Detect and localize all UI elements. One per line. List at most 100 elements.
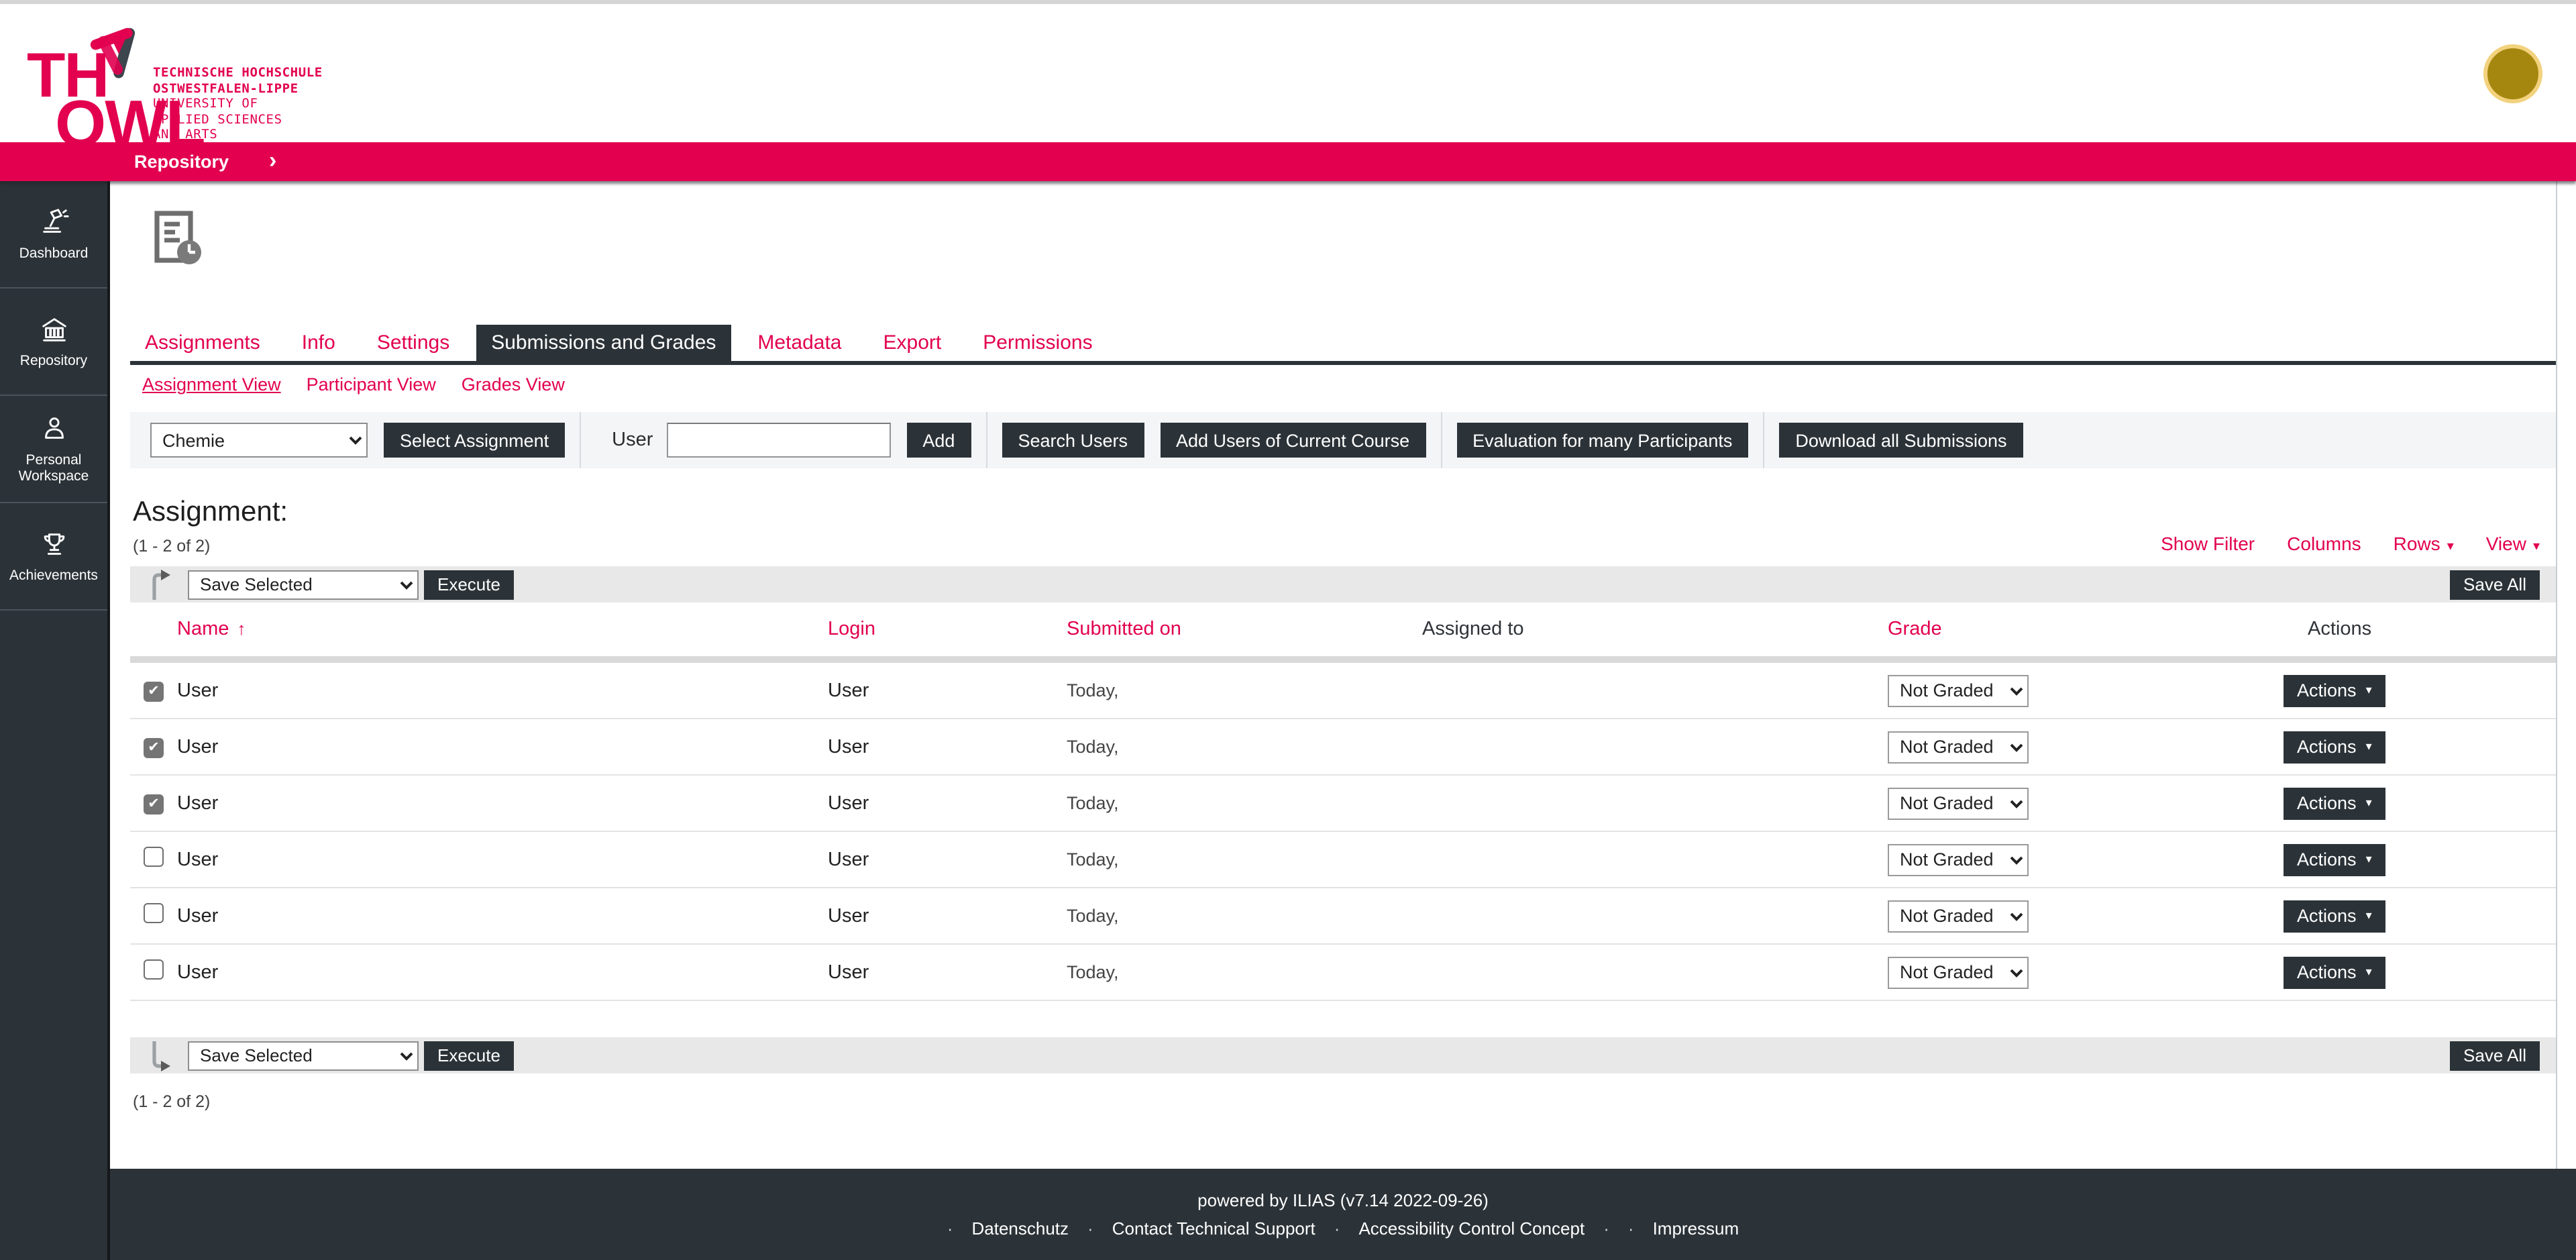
tab-submissions-and-grades[interactable]: Submissions and Grades [476, 325, 731, 361]
footer-link-datenschutz[interactable]: Datenschutz [972, 1218, 1069, 1239]
tab-metadata[interactable]: Metadata [743, 325, 856, 361]
sidebar-item-repository[interactable]: Repository [0, 288, 107, 396]
toolbar-separator [1763, 412, 1764, 468]
cell-login: User [828, 849, 1067, 870]
sidebar-item-personal-workspace[interactable]: Personal Workspace [0, 396, 107, 503]
bulk-action-select[interactable]: Save Selected [188, 570, 419, 599]
rows-dropdown[interactable]: Rows▾ [2394, 533, 2454, 554]
pagination-range-bottom: (1 - 2 of 2) [130, 1092, 2557, 1111]
footer-link-contact-technical-support[interactable]: Contact Technical Support [1112, 1218, 1316, 1239]
check-icon: ✔ [148, 797, 160, 811]
row-checkbox[interactable]: ✔ [144, 959, 164, 980]
add-users-of-current-course-button[interactable]: Add Users of Current Course [1160, 423, 1426, 458]
row-actions-button[interactable]: Actions▾ [2284, 843, 2385, 876]
row-actions-button[interactable]: Actions▾ [2284, 787, 2385, 819]
subtab-grades-view[interactable]: Grades View [462, 374, 565, 395]
add-button[interactable]: Add [906, 423, 971, 458]
table-row: ✔ User User Today, Not Graded Actions▾ [130, 663, 2557, 719]
cell-name: User [177, 792, 828, 814]
row-actions-button[interactable]: Actions▾ [2284, 956, 2385, 988]
tab-settings[interactable]: Settings [362, 325, 464, 361]
sidebar-item-label: Repository [16, 353, 91, 369]
cell-name: User [177, 905, 828, 927]
search-users-button[interactable]: Search Users [1002, 423, 1144, 458]
view-dropdown[interactable]: View▾ [2486, 533, 2540, 554]
select-assignment-button[interactable]: Select Assignment [384, 423, 565, 458]
row-checkbox[interactable]: ✔ [144, 794, 164, 815]
evaluation-for-many-participants-button[interactable]: Evaluation for many Participants [1456, 423, 1748, 458]
grade-select[interactable]: Not Graded [1888, 956, 2029, 988]
cell-submitted-on: Today, [1067, 849, 1422, 870]
tab-permissions[interactable]: Permissions [968, 325, 1107, 361]
user-avatar[interactable] [2483, 44, 2542, 103]
cell-name: User [177, 680, 828, 701]
apply-to-bottom-arrow-icon [149, 1039, 172, 1071]
bulk-action-select[interactable]: Save Selected [188, 1041, 419, 1070]
exercise-object-icon [154, 211, 2557, 270]
user-input[interactable] [666, 423, 890, 458]
subtab-assignment-view[interactable]: Assignment View [142, 374, 281, 395]
tab-export[interactable]: Export [869, 325, 957, 361]
cell-submitted-on: Today, [1067, 680, 1422, 700]
sidebar-item-achievements[interactable]: Achievements [0, 503, 107, 611]
row-actions-button[interactable]: Actions▾ [2284, 900, 2385, 932]
tab-assignments[interactable]: Assignments [130, 325, 275, 361]
breadcrumb: Repository › [0, 142, 2576, 181]
footer-link-impressum[interactable]: Impressum [1653, 1218, 1739, 1239]
bulk-command-bar-top: Save Selected Execute Save All [130, 566, 2557, 602]
save-all-button[interactable]: Save All [2450, 1041, 2540, 1070]
columns-link[interactable]: Columns [2287, 533, 2361, 554]
check-icon: ✔ [148, 741, 160, 755]
column-header-actions: Actions [2284, 619, 2557, 640]
cell-login: User [828, 680, 1067, 701]
execute-button[interactable]: Execute [424, 1041, 514, 1070]
page: TH OWL TECHNISCHE HOCHSCHULE OSTWESTFALE… [0, 0, 2576, 1260]
save-all-button[interactable]: Save All [2450, 570, 2540, 599]
cell-submitted-on: Today, [1067, 906, 1422, 926]
powered-by-line: powered by ILIAS (v7.14 2022-09-26) [1197, 1190, 1489, 1210]
check-icon: ✔ [148, 684, 160, 698]
cell-submitted-on: Today, [1067, 962, 1422, 982]
row-checkbox[interactable]: ✔ [144, 903, 164, 923]
row-checkbox[interactable]: ✔ [144, 738, 164, 758]
tab-info[interactable]: Info [287, 325, 350, 361]
caret-down-icon: ▾ [2366, 683, 2372, 698]
desk-lamp-icon [38, 207, 69, 238]
org-line: OSTWESTFALEN-LIPPE [153, 81, 323, 97]
caret-down-icon: ▾ [2366, 852, 2372, 867]
column-header-grade: Grade [1888, 619, 2284, 640]
execute-button[interactable]: Execute [424, 570, 514, 599]
row-checkbox[interactable]: ✔ [144, 682, 164, 702]
breadcrumb-repository-link[interactable]: Repository [134, 152, 229, 172]
sidebar-item-dashboard[interactable]: Dashboard [0, 181, 107, 288]
sidebar-item-label: Personal Workspace [0, 452, 107, 484]
person-icon [38, 413, 69, 444]
table-header-row: Name↑ Login Submitted on Assigned to Gra… [130, 602, 2557, 656]
row-actions-button[interactable]: Actions▾ [2284, 731, 2385, 763]
caret-down-icon: ▾ [2447, 539, 2454, 554]
row-actions-button[interactable]: Actions▾ [2284, 674, 2385, 706]
grade-select[interactable]: Not Graded [1888, 787, 2029, 819]
grade-select[interactable]: Not Graded [1888, 843, 2029, 876]
grade-select[interactable]: Not Graded [1888, 731, 2029, 763]
grade-select[interactable]: Not Graded [1888, 674, 2029, 706]
tab-bar: Assignments Info Settings Submissions an… [130, 325, 2557, 365]
download-all-submissions-button[interactable]: Download all Submissions [1779, 423, 2023, 458]
show-filter-link[interactable]: Show Filter [2161, 533, 2255, 554]
assignment-select[interactable]: Chemie [150, 423, 368, 458]
caret-down-icon: ▾ [2533, 539, 2540, 554]
row-checkbox[interactable]: ✔ [144, 847, 164, 867]
subtab-participant-view[interactable]: Participant View [307, 374, 436, 395]
table-row: ✔ User User Today, Not Graded Actions▾ [130, 888, 2557, 945]
footer-link-accessibility-control-concept[interactable]: Accessibility Control Concept [1358, 1218, 1585, 1239]
cell-login: User [828, 736, 1067, 757]
ilias-link[interactable]: ILIAS [1293, 1190, 1336, 1210]
column-header-assigned-to: Assigned to [1422, 619, 1888, 640]
column-header-login: Login [828, 619, 1067, 640]
toolbar-separator [1440, 412, 1442, 468]
org-line: UNIVERSITY OF [153, 97, 323, 112]
cell-name: User [177, 736, 828, 757]
toolbar: Chemie Select Assignment User Add Search… [130, 412, 2557, 468]
grade-select[interactable]: Not Graded [1888, 900, 2029, 932]
org-line: TECHNISCHE HOCHSCHULE [153, 66, 323, 81]
